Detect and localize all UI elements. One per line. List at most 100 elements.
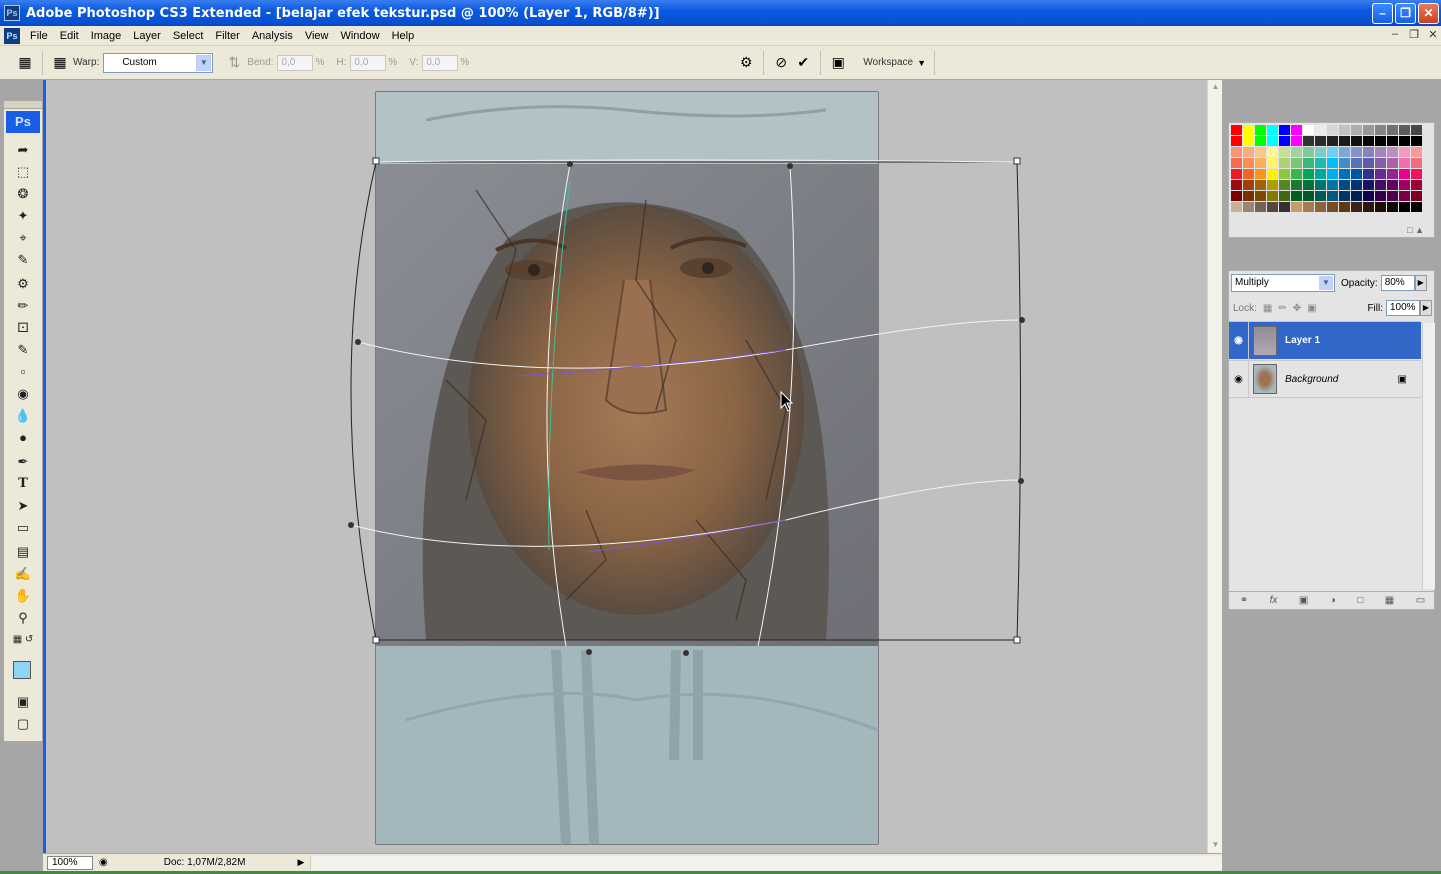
photoshop-logo[interactable]: Ps (6, 111, 40, 133)
color-swatch[interactable] (1387, 180, 1398, 190)
color-swatch[interactable] (1375, 169, 1386, 179)
swatch-panel-icons[interactable]: □ ▲ (1407, 225, 1424, 235)
color-swatch[interactable] (1363, 180, 1374, 190)
menu-edit[interactable]: Edit (54, 30, 85, 42)
paint-bucket-tool-icon[interactable]: ◉ (11, 383, 35, 405)
color-swatch[interactable] (1399, 136, 1410, 146)
lock-pixels-icon[interactable]: ✏ (1278, 303, 1286, 314)
color-swatch[interactable] (1267, 147, 1278, 157)
color-swatch[interactable] (1267, 125, 1278, 135)
color-swatch[interactable] (1351, 169, 1362, 179)
commit-transform-icon[interactable]: ✔ (792, 52, 814, 74)
color-swatch[interactable] (1315, 202, 1326, 212)
color-swatch[interactable] (1279, 180, 1290, 190)
minimize-button[interactable]: – (1372, 2, 1393, 24)
h-input[interactable]: 0,0 (350, 54, 387, 71)
shape-tool-icon[interactable]: ▭ (11, 517, 35, 539)
menu-view[interactable]: View (299, 30, 335, 42)
eyedropper-tool-icon[interactable]: ✍ (11, 563, 35, 585)
color-swatch[interactable] (1411, 136, 1422, 146)
color-swatch[interactable] (1303, 169, 1314, 179)
quick-mask-icon[interactable]: ▣ (11, 691, 35, 713)
color-swatch[interactable] (1387, 169, 1398, 179)
color-swatch[interactable] (1411, 158, 1422, 168)
color-swatch[interactable] (1303, 125, 1314, 135)
color-swatch[interactable] (1279, 158, 1290, 168)
color-swatch[interactable] (1315, 158, 1326, 168)
color-swatch[interactable] (1387, 125, 1398, 135)
marquee-tool-icon[interactable]: ⬚ (11, 161, 35, 183)
color-swatch[interactable] (1387, 136, 1398, 146)
scroll-down-arrow-icon[interactable]: ▼ (1209, 840, 1222, 853)
color-swatch[interactable] (1267, 191, 1278, 201)
fill-slider-arrow-icon[interactable]: ▶ (1420, 300, 1432, 316)
color-swatch[interactable] (1351, 125, 1362, 135)
layers-scrollbar[interactable] (1422, 323, 1435, 589)
color-swatch[interactable] (1399, 158, 1410, 168)
notes-tool-icon[interactable]: ▤ (11, 541, 35, 563)
color-swatch[interactable] (1339, 169, 1350, 179)
color-swatch[interactable] (1279, 125, 1290, 135)
color-swatch[interactable] (1231, 202, 1242, 212)
blur-tool-icon[interactable]: 💧 (11, 405, 35, 427)
color-swatch[interactable] (1291, 147, 1302, 157)
color-swatch[interactable] (1411, 202, 1422, 212)
menu-image[interactable]: Image (85, 30, 128, 42)
color-swatch[interactable] (1255, 202, 1266, 212)
color-swatch[interactable] (1351, 136, 1362, 146)
color-swatch[interactable] (1291, 180, 1302, 190)
doc-minimize-button[interactable]: – (1387, 28, 1403, 44)
color-swatch[interactable] (1387, 158, 1398, 168)
path-selection-tool-icon[interactable]: ➤ (11, 495, 35, 517)
layer-row-background[interactable]: ◉ Background ▣ (1229, 360, 1421, 398)
foreground-color-swatch[interactable] (13, 661, 31, 679)
status-options-icon[interactable]: ◉ (99, 857, 108, 868)
link-layers-icon[interactable]: ⚭ (1240, 595, 1248, 606)
color-swatch[interactable] (1231, 180, 1242, 190)
color-swatch[interactable] (1279, 202, 1290, 212)
color-swatch[interactable] (1363, 169, 1374, 179)
add-mask-icon[interactable]: ▣ (1299, 595, 1308, 606)
color-swatch[interactable] (1327, 191, 1338, 201)
menu-analysis[interactable]: Analysis (246, 30, 299, 42)
zoom-level-input[interactable]: 100% (47, 855, 93, 870)
photoshop-app-icon[interactable]: Ps (4, 5, 20, 21)
doc-restore-button[interactable]: ❐ (1406, 28, 1422, 44)
color-swatch[interactable] (1255, 125, 1266, 135)
color-swatch[interactable] (1279, 147, 1290, 157)
color-swatch[interactable] (1255, 147, 1266, 157)
workspace-menu[interactable]: Workspace (863, 57, 913, 68)
color-swatch[interactable] (1375, 136, 1386, 146)
layer-style-icon[interactable]: fx (1270, 595, 1278, 606)
color-swatch[interactable] (1243, 202, 1254, 212)
slice-tool-icon[interactable]: ✎ (11, 249, 35, 271)
color-swatch[interactable] (1303, 147, 1314, 157)
color-swatch[interactable] (1399, 180, 1410, 190)
color-swatch[interactable] (1267, 202, 1278, 212)
color-swatch[interactable] (1231, 136, 1242, 146)
brush-tool-icon[interactable]: ✏ (11, 295, 35, 317)
color-swatch[interactable] (1303, 136, 1314, 146)
move-tool-icon[interactable]: ➦ (11, 139, 35, 161)
scroll-up-arrow-icon[interactable]: ▲ (1209, 82, 1222, 95)
color-swatch[interactable] (1375, 125, 1386, 135)
color-swatch[interactable] (1411, 191, 1422, 201)
color-swatch[interactable] (1315, 136, 1326, 146)
color-swatch[interactable] (1411, 147, 1422, 157)
dodge-tool-icon[interactable]: ● (11, 427, 35, 449)
color-swatch[interactable] (1243, 158, 1254, 168)
color-swatch[interactable] (1411, 169, 1422, 179)
color-swatch[interactable] (1231, 169, 1242, 179)
color-swatch[interactable] (1339, 202, 1350, 212)
clone-stamp-tool-icon[interactable]: ⚀ (11, 317, 35, 339)
color-swatch[interactable] (1279, 191, 1290, 201)
eye-icon[interactable]: ◉ (1229, 321, 1249, 360)
maximize-button[interactable]: ❐ (1395, 2, 1416, 24)
swap-colors-icon[interactable]: ▦ ↺ (11, 629, 35, 647)
color-swatch[interactable] (1315, 147, 1326, 157)
color-swatch[interactable] (1255, 169, 1266, 179)
color-swatch[interactable] (1339, 147, 1350, 157)
color-swatch[interactable] (1399, 169, 1410, 179)
eraser-tool-icon[interactable]: ▫ (11, 361, 35, 383)
color-swatch[interactable] (1243, 180, 1254, 190)
